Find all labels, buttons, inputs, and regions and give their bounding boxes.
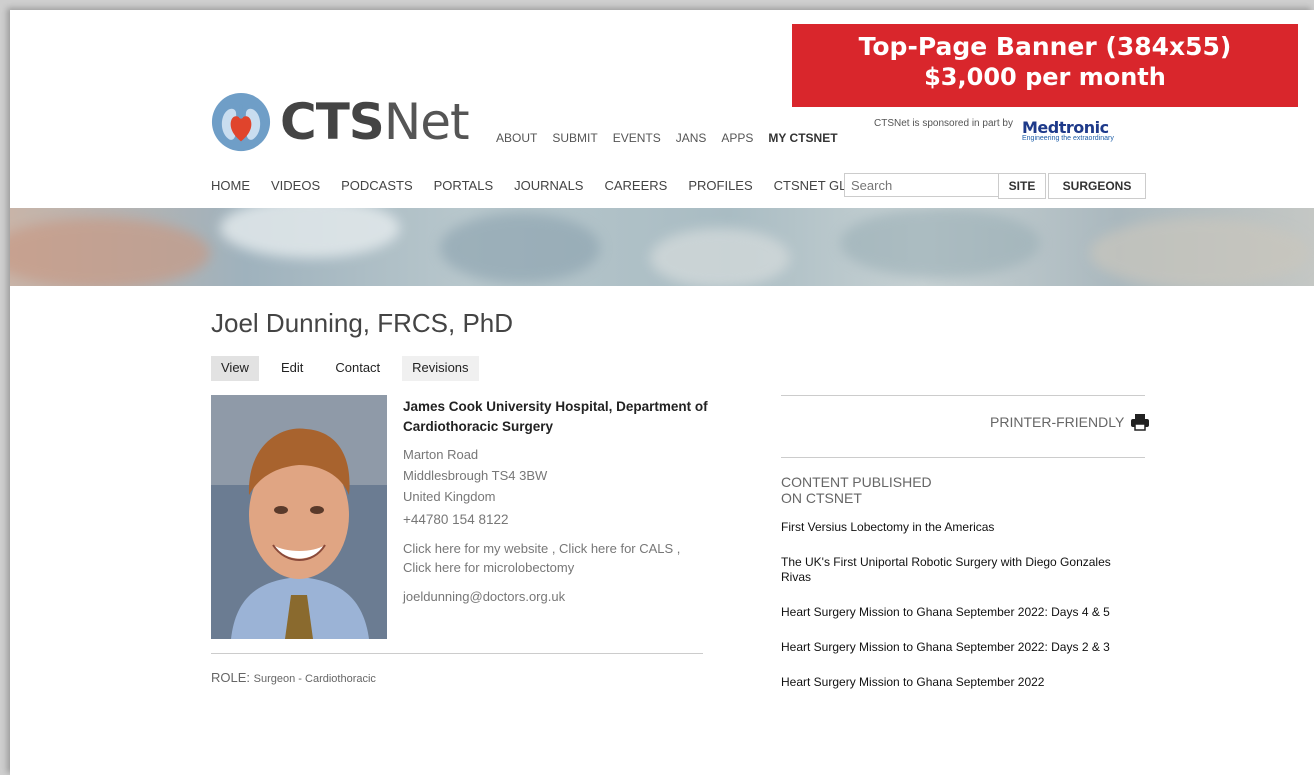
hero-image <box>10 208 1314 286</box>
site-search-button[interactable]: SITE <box>998 173 1046 199</box>
logo-bold: CTS <box>280 93 385 151</box>
top-page-banner-ad[interactable]: Top-Page Banner (384x55) $3,000 per mont… <box>792 24 1298 107</box>
nav-journals[interactable]: JOURNALS <box>514 178 583 193</box>
tab-revisions[interactable]: Revisions <box>402 356 479 381</box>
printer-friendly-link[interactable]: PRINTER-FRIENDLY <box>990 413 1150 431</box>
top-nav-jans[interactable]: JANS <box>676 131 707 145</box>
divider <box>781 395 1145 396</box>
address-line-3: United Kingdom <box>403 489 496 504</box>
tab-edit[interactable]: Edit <box>270 356 314 381</box>
address: Marton Road Middlesbrough TS4 3BW United… <box>403 444 547 507</box>
nav-videos[interactable]: VIDEOS <box>271 178 320 193</box>
medtronic-tagline: Engineering the extraordinary <box>1022 135 1114 142</box>
role-value: Surgeon - Cardiothoracic <box>253 673 376 685</box>
content-published-heading: CONTENT PUBLISHED ON CTSNET <box>781 474 932 506</box>
article-link[interactable]: Heart Surgery Mission to Ghana September… <box>781 640 1141 655</box>
role: ROLE: Surgeon - Cardiothoracic <box>211 670 376 685</box>
tab-view[interactable]: View <box>211 356 259 381</box>
top-nav-submit[interactable]: SUBMIT <box>552 131 597 145</box>
article-list: First Versius Lobectomy in the Americas … <box>781 520 1141 710</box>
content-heading-line-2: ON CTSNET <box>781 490 862 506</box>
address-line-2: Middlesbrough TS4 3BW <box>403 468 548 483</box>
logo-wordmark: CTSNet <box>280 93 470 151</box>
main-nav: HOME VIDEOS PODCASTS PORTALS JOURNALS CA… <box>211 178 881 193</box>
tab-contact[interactable]: Contact <box>325 356 391 381</box>
top-nav-events[interactable]: EVENTS <box>613 131 661 145</box>
top-nav-apps[interactable]: APPS <box>721 131 753 145</box>
article-link[interactable]: Heart Surgery Mission to Ghana September… <box>781 605 1141 620</box>
article-link[interactable]: First Versius Lobectomy in the Americas <box>781 520 1141 535</box>
surgeons-search-button[interactable]: SURGEONS <box>1048 173 1146 199</box>
institution-name[interactable]: James Cook University Hospital, Departme… <box>403 397 713 437</box>
nav-podcasts[interactable]: PODCASTS <box>341 178 413 193</box>
sponsor-text: CTSNet is sponsored in part by <box>874 118 1013 129</box>
ctsnet-logo[interactable]: CTSNet <box>210 87 470 157</box>
logo-light: Net <box>383 93 470 151</box>
page: Top-Page Banner (384x55) $3,000 per mont… <box>10 10 1314 775</box>
email-link[interactable]: joeldunning@doctors.org.uk <box>403 589 565 604</box>
medtronic-logo[interactable]: Medtronic Engineering the extraordinary <box>1022 118 1114 142</box>
article-link[interactable]: Heart Surgery Mission to Ghana September… <box>781 675 1141 690</box>
profile-photo-image <box>211 395 387 639</box>
heart-lungs-logo-icon <box>211 92 271 152</box>
divider <box>211 653 703 654</box>
top-nav: ABOUT SUBMIT EVENTS JANS APPS MY CTSNET <box>496 131 838 145</box>
nav-careers[interactable]: CAREERS <box>604 178 667 193</box>
printer-icon <box>1131 414 1150 431</box>
address-line-1: Marton Road <box>403 447 479 462</box>
banner-line-2: $3,000 per month <box>924 63 1166 91</box>
top-nav-about[interactable]: ABOUT <box>496 131 537 145</box>
nav-profiles[interactable]: PROFILES <box>688 178 752 193</box>
profile-name: Joel Dunning, FRCS, PhD <box>211 308 514 338</box>
phone-number: +44780 154 8122 <box>403 512 509 527</box>
nav-home[interactable]: HOME <box>211 178 250 193</box>
search-input[interactable] <box>844 173 1008 197</box>
nav-portals[interactable]: PORTALS <box>434 178 493 193</box>
divider <box>781 457 1145 458</box>
top-nav-my-ctsnet[interactable]: MY CTSNET <box>768 131 837 145</box>
role-label: ROLE: <box>211 670 251 685</box>
profile-tabs: View Edit Contact Revisions <box>211 356 479 381</box>
article-link[interactable]: The UK's First Uniportal Robotic Surgery… <box>781 555 1141 585</box>
content-heading-line-1: CONTENT PUBLISHED <box>781 474 932 490</box>
profile-photo <box>211 395 387 639</box>
profile-links[interactable]: Click here for my website , Click here f… <box>403 539 703 577</box>
banner-line-1: Top-Page Banner (384x55) <box>858 32 1232 61</box>
printer-friendly-label: PRINTER-FRIENDLY <box>990 414 1125 430</box>
